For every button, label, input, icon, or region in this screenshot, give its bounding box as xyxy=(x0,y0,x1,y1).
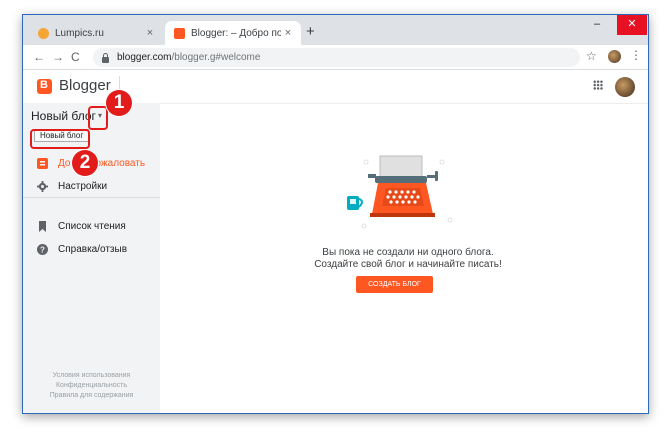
tab-lumpics[interactable]: Lumpics.ru × xyxy=(29,21,163,45)
brand-name[interactable]: Blogger xyxy=(59,77,111,94)
new-tab-button[interactable]: + xyxy=(306,24,315,40)
reload-button[interactable]: C xyxy=(71,49,80,65)
apps-grid-icon[interactable] xyxy=(593,80,603,90)
tab-blogger[interactable]: Blogger: – Добро пожаловать × xyxy=(165,21,301,45)
sidebar-item-reading-list[interactable]: Список чтения xyxy=(37,217,126,235)
bookmark-star-icon[interactable]: ☆ xyxy=(586,49,597,63)
tab-title: Lumpics.ru xyxy=(55,27,104,39)
close-window-button[interactable]: ✕ xyxy=(617,15,647,35)
annotation-highlight-new-blog xyxy=(30,129,90,149)
blogger-page: Blogger Новый блог ▾ Новый блог Добро по… xyxy=(23,70,648,413)
profile-avatar[interactable] xyxy=(608,50,621,63)
lock-icon xyxy=(102,52,109,63)
forward-button[interactable]: → xyxy=(52,49,64,65)
bookmark-icon xyxy=(39,220,46,232)
empty-state-line-2: Создайте свой блог и начинайте писать! xyxy=(314,259,502,270)
blogger-icon xyxy=(37,157,48,169)
blog-selector[interactable]: Новый блог xyxy=(31,105,96,127)
blogger-logo-icon[interactable] xyxy=(37,79,52,94)
sidebar-item-label: Справка/отзыв xyxy=(58,243,128,255)
tab-strip: Lumpics.ru × Blogger: – Добро пожаловать… xyxy=(23,15,648,45)
back-button[interactable]: ← xyxy=(33,49,45,65)
privacy-link[interactable]: Конфиденциальность xyxy=(23,381,160,391)
sidebar-item-label: Список чтения xyxy=(58,220,126,232)
create-blog-button[interactable]: СОЗДАТЬ БЛОГ xyxy=(356,276,433,293)
gear-icon xyxy=(37,180,48,192)
terms-link[interactable]: Условия использования xyxy=(23,371,160,381)
footer-links: Условия использования Конфиденциальность… xyxy=(23,371,160,401)
sidebar-item-help[interactable]: ? Справка/отзыв xyxy=(37,240,127,258)
annotation-step-2: 2 xyxy=(72,150,98,176)
address-bar[interactable]: blogger.com/blogger.g#welcome xyxy=(93,48,580,67)
url-host: blogger.com xyxy=(117,52,172,63)
tab-title: Blogger: – Добро пожаловать xyxy=(191,27,281,39)
lumpics-favicon-icon xyxy=(38,27,49,39)
blog-selector-label: Новый блог xyxy=(31,109,96,123)
typewriter-illustration xyxy=(347,155,453,229)
browser-window: Lumpics.ru × Blogger: – Добро пожаловать… xyxy=(22,14,649,414)
browser-menu-icon[interactable]: ⋮ xyxy=(630,48,642,62)
content-policy-link[interactable]: Правила для содержания xyxy=(23,391,160,401)
help-icon: ? xyxy=(37,243,48,255)
annotation-step-1: 1 xyxy=(106,90,132,116)
sidebar: Новый блог ▾ Новый блог Добро пожаловать… xyxy=(23,103,160,413)
account-avatar[interactable] xyxy=(615,77,635,97)
url-path: /blogger.g#welcome xyxy=(171,52,261,63)
tab-close-icon[interactable]: × xyxy=(281,27,295,39)
empty-state-line-1: Вы пока не создали ни одного блога. xyxy=(322,247,494,258)
minimize-button[interactable]: – xyxy=(584,15,610,35)
sidebar-item-settings[interactable]: Настройки xyxy=(37,177,107,195)
sidebar-item-label: Настройки xyxy=(58,180,108,192)
svg-text:?: ? xyxy=(40,245,45,254)
tab-close-icon[interactable]: × xyxy=(143,27,157,39)
url-text: blogger.com/blogger.g#welcome xyxy=(117,52,260,63)
sidebar-divider xyxy=(23,197,160,198)
blogger-favicon-icon xyxy=(174,27,185,39)
annotation-highlight-dropdown xyxy=(88,106,108,130)
empty-state-message: Вы пока не создали ни одного блога. Созд… xyxy=(168,247,648,271)
browser-toolbar: ← → C blogger.com/blogger.g#welcome ☆ ⋮ xyxy=(23,45,648,70)
